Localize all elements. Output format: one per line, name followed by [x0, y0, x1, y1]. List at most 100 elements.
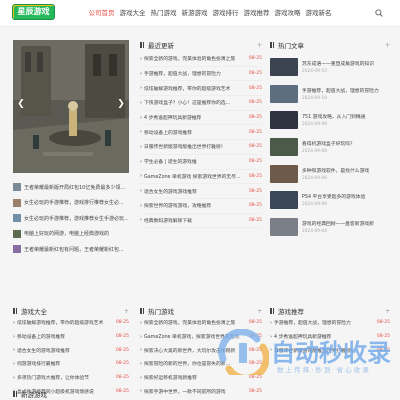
- list-item-title[interactable]: 炫炫破解游戏推荐，带你的超级游戏艺术: [144, 85, 230, 92]
- list-item-title[interactable]: 适合女生的游戏游戏推荐: [17, 347, 70, 354]
- list-item-title[interactable]: 王者荣耀最新红包有问题，王者荣耀新红包...: [24, 246, 124, 253]
- list-item[interactable]: › 手游推荐，超值大战，理想的冒险力 08-25: [270, 316, 390, 330]
- list-item[interactable]: 女生必玩的手游推荐，游戏排行推荐女生必...: [13, 197, 133, 209]
- watermark: 自动秒收录 数 上 传 择 · 秒 到 · 省 心 收 录: [217, 329, 397, 377]
- list-item[interactable]: › 移动设备上的游戏推荐 08-25: [13, 330, 129, 344]
- article-title[interactable]: PS4 平台享受超多的游戏体验: [302, 193, 365, 200]
- list-item-date: 08-25: [248, 56, 262, 62]
- hero-slider[interactable]: ❮ ❯: [13, 40, 129, 173]
- list-item-title[interactable]: 探索手游中世界，一款不同前所的游戏: [144, 388, 226, 395]
- article-title[interactable]: 多种和游戏软件，是找什么游戏: [302, 167, 369, 174]
- list-item[interactable]: › 探索手游中世界，一款不同前所的游戏 08-25: [140, 384, 262, 398]
- more-button[interactable]: +: [385, 308, 390, 315]
- more-button[interactable]: +: [124, 308, 129, 315]
- list-item-title[interactable]: 手游推荐，超值大战，理想的冒险力: [274, 319, 351, 326]
- list-item-title[interactable]: 电脑上好玩的网游，电脑上经典游戏的: [24, 230, 109, 237]
- nav-item-games-all[interactable]: 游戏大全: [117, 0, 148, 27]
- list-item-title[interactable]: 经典数码游戏解除下载: [144, 217, 192, 224]
- list-item[interactable]: › 移动设备上的游戏推荐 08-25: [140, 125, 262, 139]
- nav-item-hot-games[interactable]: 热门游戏: [148, 0, 179, 27]
- list-item[interactable]: 王者荣耀最新版开局红包10亿免费最多少领...: [13, 181, 133, 193]
- list-item[interactable]: › 闯游游戏排行最推荐 08-25: [13, 357, 129, 371]
- article-title[interactable]: 手游推荐，超值大战，理想的冒险力: [302, 87, 379, 94]
- list-item[interactable]: › 炫炫破解游戏推荐，带你的超级游戏艺术 08-25: [13, 316, 129, 330]
- hot-article[interactable]: 751 游戏攻略，从入门到精通 2024-09-08: [270, 107, 390, 134]
- article-date: 2024-09-10: [302, 95, 327, 101]
- bullet-icon: ›: [140, 70, 142, 77]
- list-item-title[interactable]: 移动设备上的游戏推荐: [17, 333, 65, 340]
- hot-article[interactable]: 苏东成语——重塑成角游戏的知识 2024-09-10: [270, 54, 390, 81]
- list-item-title[interactable]: 适合女生的游戏游戏推荐: [144, 188, 197, 195]
- list-item[interactable]: › 适合女生的游戏游戏推荐 08-25: [13, 343, 129, 357]
- list-item[interactable]: › 经典数码游戏解除下载 08-25: [140, 214, 262, 228]
- article-title[interactable]: 游戏的经典回顾——盘客新游戏新: [302, 220, 374, 227]
- list-item-title[interactable]: 探索全新的游戏，完美体验的角色扮演之旅: [144, 55, 235, 62]
- list-item-title[interactable]: GameZone 单机游戏 探索游戏世界的无尽...: [144, 173, 240, 180]
- list-item-title[interactable]: 4 步秀逸超神玩具新游推荐: [144, 114, 201, 121]
- list-item-title[interactable]: 探索全新的游戏，完美体验的角色扮演之旅: [144, 319, 235, 326]
- list-item-title[interactable]: 学生必备 | 适生的游戏推: [144, 158, 197, 165]
- nav-item-recommend[interactable]: 游戏推荐: [241, 0, 272, 27]
- hot-article[interactable]: 多种和游戏软件，是找什么游戏 2024-09-06: [270, 160, 390, 187]
- list-item[interactable]: 女生必玩的手游推荐，游戏推荐女生手游必玩...: [13, 212, 133, 224]
- watermark-title: 自动秒收录: [271, 339, 391, 367]
- list-item-title[interactable]: 炫炫破解游戏推荐，带你的超级游戏艺术: [17, 319, 103, 326]
- article-thumbnail[interactable]: [270, 164, 298, 183]
- list-item[interactable]: 电脑上好玩的网游，电脑上经典游戏的: [13, 228, 133, 240]
- article-title[interactable]: 751 游戏攻略，从入门到精通: [302, 113, 365, 120]
- nav-item-home[interactable]: 公司首页: [86, 0, 117, 27]
- nav-item-names[interactable]: 游戏新名: [303, 0, 334, 27]
- list-item-title[interactable]: 多项热门游戏大推荐，让你体验节: [17, 374, 89, 381]
- more-button[interactable]: +: [257, 308, 262, 315]
- hot-article[interactable]: PS4 平台享受超多的游戏体验 2024-09-06: [270, 187, 390, 214]
- hot-article[interactable]: 看得机游戏盒子好玩吗？ 2024-09-08: [270, 134, 390, 161]
- list-item-title[interactable]: 王者荣耀最新版开局红包10亿免费最多少领...: [24, 184, 125, 191]
- list-item-title[interactable]: 探索好运移机游戏新推荐: [144, 374, 197, 381]
- site-logo[interactable]: 星辰游戏: [12, 4, 55, 20]
- list-item[interactable]: › 探索世界的游戏游戏，攻略推荐 08-25: [140, 199, 262, 213]
- nav-item-new-games[interactable]: 新游游戏: [179, 0, 210, 27]
- list-item[interactable]: › 日服传世新版游戏版推出世界打雅榜！ 08-25: [140, 140, 262, 154]
- list-item-title[interactable]: 下快游戏盒子？小心！这是推荐你的选...: [144, 99, 230, 106]
- bullet-icon: ›: [140, 360, 142, 367]
- list-item[interactable]: › 4 步秀逸超神玩具新游推荐 08-25: [140, 111, 262, 125]
- list-item-title[interactable]: 日服传世新版游戏版推出世界打雅榜！: [144, 143, 226, 150]
- list-item[interactable]: › 适合女生的游戏游戏推荐 08-25: [140, 184, 262, 198]
- section-bars-icon: [13, 391, 18, 397]
- list-item-title[interactable]: 移动设备上的游戏推荐: [144, 129, 192, 136]
- more-button[interactable]: +: [257, 42, 262, 49]
- panel-header: 游戏推荐 +: [270, 306, 390, 316]
- article-thumbnail[interactable]: [270, 84, 298, 103]
- list-item-title[interactable]: 手游推荐，超值大战，理想的冒险力: [144, 70, 221, 77]
- list-item-date: 08-25: [248, 85, 262, 91]
- nav-item-ranking[interactable]: 游戏排行: [210, 0, 241, 27]
- list-item[interactable]: › 手游推荐，超值大战，理想的冒险力 08-25: [140, 67, 262, 81]
- article-thumbnail[interactable]: [270, 58, 298, 77]
- article-thumbnail[interactable]: [270, 138, 298, 157]
- hot-article[interactable]: 游戏的经典回顾——盘客新游戏新 2024-09-04: [270, 214, 390, 241]
- article-thumbnail[interactable]: [270, 217, 298, 236]
- list-item[interactable]: › 探索全新的游戏，完美体验的角色扮演之旅 08-25: [140, 316, 262, 330]
- article-title[interactable]: 看得机游戏盒子好玩吗？: [302, 140, 355, 147]
- list-item-title[interactable]: 闯游游戏排行最推荐: [17, 360, 60, 367]
- article-thumbnail[interactable]: [270, 191, 298, 210]
- list-item[interactable]: › 下快游戏盒子？小心！这是推荐你的选... 08-25: [140, 96, 262, 110]
- slider-next-button[interactable]: ❯: [116, 97, 126, 111]
- list-item[interactable]: › GameZone 单机游戏 探索游戏世界的无尽... 08-25: [140, 170, 262, 184]
- search-icon[interactable]: [375, 9, 383, 17]
- list-item[interactable]: › 学生必备 | 适生的游戏推 08-25: [140, 155, 262, 169]
- slider-prev-button[interactable]: ❮: [16, 97, 26, 111]
- more-button[interactable]: +: [385, 42, 390, 49]
- hot-article[interactable]: 手游推荐，超值大战，理想的冒险力 2024-09-10: [270, 81, 390, 108]
- list-item[interactable]: › 探索全新的游戏，完美体验的角色扮演之旅 08-25: [140, 52, 262, 66]
- nav-item-guides[interactable]: 游戏攻略: [272, 0, 303, 27]
- article-thumbnail[interactable]: [270, 111, 298, 130]
- bullet-icon: ›: [140, 143, 142, 150]
- list-item-title[interactable]: 女生必玩的手游推荐，游戏推荐女生手游必玩...: [24, 215, 129, 222]
- article-title[interactable]: 苏东成语——重塑成角游戏的知识: [302, 60, 374, 67]
- list-item-title[interactable]: 探索世界的游戏游戏，攻略推荐: [144, 202, 211, 209]
- list-item[interactable]: 王者荣耀最新红包有问题，王者荣耀新红包...: [13, 243, 133, 255]
- list-item[interactable]: › 炫炫破解游戏推荐，带你的超级游戏艺术 08-25: [140, 81, 262, 95]
- list-item[interactable]: › 多项热门游戏大推荐，让你体验节 08-25: [13, 371, 129, 385]
- list-item-title[interactable]: 女生必玩的手游推荐，游戏排行推荐女生必...: [24, 199, 124, 206]
